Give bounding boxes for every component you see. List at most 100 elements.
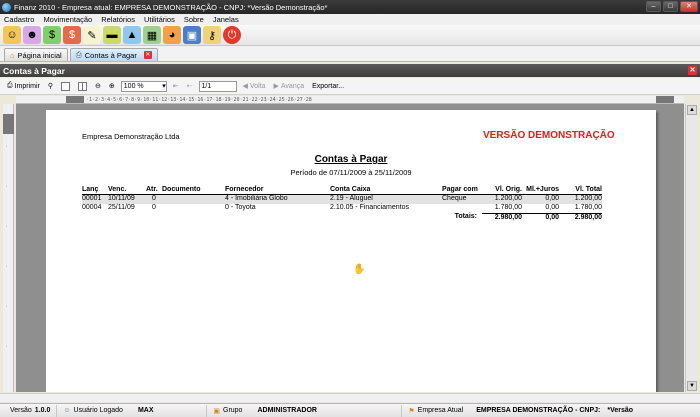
multi-page-button[interactable] <box>76 80 89 93</box>
status-bar: Versão 1.0.0 ☺ Usuário Logado MAX ▣ Grup… <box>0 403 700 417</box>
notepad-icon[interactable]: ✎ <box>83 26 101 44</box>
cell-fornecedor: 4 - Imobiliária Globo <box>225 195 288 202</box>
print-button[interactable]: ⎙ Imprimir <box>5 80 42 93</box>
scroll-up-icon[interactable]: ▲ <box>687 105 697 115</box>
company-icon: ⚑ <box>408 407 415 415</box>
save-icon[interactable]: ▣ <box>183 26 201 44</box>
cell-conta-caixa: 2.10.05 - Financiamentos <box>330 204 409 211</box>
pie-chart-icon[interactable]: ◕ <box>163 26 181 44</box>
menu-movimentacao[interactable]: Movimentação <box>43 15 92 24</box>
ruler-margin-right <box>656 96 674 103</box>
ruler-margin-left <box>66 96 84 103</box>
cell-atr: 0 <box>152 195 156 202</box>
report-canvas[interactable]: Empresa Demonstração Ltda VERSÃO DEMONST… <box>16 104 684 392</box>
keys-icon[interactable]: ⚷ <box>203 26 221 44</box>
single-page-button[interactable] <box>59 80 72 93</box>
user-icon: ☺ <box>63 407 71 414</box>
menu-sobre[interactable]: Sobre <box>184 15 204 24</box>
tab-strip: ⌂ Página inicial ⎙ Contas à Pagar ✕ <box>0 46 700 62</box>
close-button[interactable]: ✕ <box>680 1 698 12</box>
first-page-button[interactable]: ⇤ <box>171 80 181 93</box>
user-value: MAX <box>137 407 154 414</box>
find-button[interactable]: ⚲ <box>46 80 55 93</box>
chart-icon[interactable]: ▲ <box>123 26 141 44</box>
chevron-down-icon: ▾ <box>162 83 166 90</box>
table-header: Lanç Venc. Atr. Documento Fornecedor Con… <box>82 186 602 195</box>
horizontal-ruler: ·1·2·3·4·5·6·7·8·9·10·11·12·13·14·15·16·… <box>16 96 684 104</box>
ruler-tick: · <box>5 304 9 310</box>
vertical-scrollbar[interactable]: ▲ ▼ <box>685 104 697 392</box>
company-label: Empresa Atual <box>417 407 464 414</box>
forward-icon: ▶ <box>273 83 279 90</box>
status-version: Versão 1.0.0 <box>4 404 58 417</box>
prev-page-button[interactable]: ⇠ <box>185 80 195 93</box>
page-icon <box>61 81 71 91</box>
tab-contas-a-pagar[interactable]: ⎙ Contas à Pagar ✕ <box>69 48 158 61</box>
users-icon[interactable]: ☻ <box>23 26 41 44</box>
zoom-select[interactable]: 100 % ▾ <box>120 80 167 92</box>
zoom-out-button[interactable]: ⊖ <box>93 80 103 93</box>
tab-label: Página inicial <box>17 50 62 60</box>
group-icon: ▣ <box>213 407 220 415</box>
forward-button[interactable]: ▶ Avança <box>272 80 307 93</box>
zoom-in-button[interactable]: ⊕ <box>107 80 117 93</box>
minimize-button[interactable]: – <box>646 1 661 12</box>
ruler-tick: · <box>5 144 9 150</box>
people-icon[interactable]: ☺ <box>3 26 21 44</box>
tab-close-icon[interactable]: ✕ <box>143 51 152 59</box>
horizontal-scrollbar[interactable] <box>0 393 700 402</box>
panel-close-icon[interactable]: ✕ <box>688 66 697 75</box>
cell-vl-total: 1.780,00 <box>574 204 602 211</box>
col-pagar-com: Pagar com <box>442 186 478 193</box>
app-icon <box>2 2 11 12</box>
prev-page-icon: ⇠ <box>186 83 193 90</box>
version-label: Versão <box>10 407 32 414</box>
menu-utilitarios[interactable]: Utilitários <box>144 15 175 24</box>
col-lanc: Lanç <box>82 186 99 193</box>
menu-relatorios[interactable]: Relatórios <box>101 15 135 24</box>
ruler-tick: · <box>5 264 9 270</box>
back-label: Volta <box>249 82 266 90</box>
ruler-marks: ·1·2·3·4·5·6·7·8·9·10·11·12·13·14·15·16·… <box>86 97 312 103</box>
export-label: Exportar... <box>312 82 345 90</box>
report-company: Empresa Demonstração Ltda <box>82 132 180 141</box>
power-icon[interactable]: ⏻ <box>223 26 241 44</box>
table-row[interactable]: 00004 25/11/09 0 0 - Toyota 2.10.05 - Fi… <box>82 204 602 213</box>
print-label: Imprimir <box>14 82 40 90</box>
calculator-icon[interactable]: ▦ <box>143 26 161 44</box>
col-ml-juros: Ml.+Juros <box>526 186 559 193</box>
window-controls: – □ ✕ <box>646 1 698 12</box>
maximize-button[interactable]: □ <box>663 1 678 12</box>
pages-icon <box>78 81 88 91</box>
status-company: ⚑ Empresa Atual EMPRESA DEMONSTRAÇÃO - C… <box>402 405 639 417</box>
back-button[interactable]: ◀ Volta <box>241 80 268 93</box>
scroll-down-icon[interactable]: ▼ <box>687 381 697 391</box>
company-value: EMPRESA DEMONSTRAÇÃO - CNPJ: <box>476 407 601 414</box>
menu-cadastro[interactable]: Cadastro <box>4 15 34 24</box>
panel-title: Contas à Pagar <box>3 65 65 76</box>
menu-janelas[interactable]: Janelas <box>213 15 239 24</box>
demo-value: *Versão <box>607 407 634 414</box>
export-button[interactable]: Exportar... <box>310 80 346 93</box>
totals-label: Totais: <box>454 213 477 220</box>
cell-ml-juros: 0,00 <box>545 204 559 211</box>
tab-pagina-inicial[interactable]: ⌂ Página inicial <box>4 48 68 61</box>
report-table: Lanç Venc. Atr. Documento Fornecedor Con… <box>82 186 602 222</box>
col-conta-caixa: Conta Caixa <box>330 186 371 193</box>
page-input[interactable]: 1/1 <box>198 80 237 92</box>
ruler-tick: · <box>5 344 9 350</box>
money-bag-icon[interactable]: $ <box>43 26 61 44</box>
table-row[interactable]: 00001 10/11/09 0 4 - Imobiliária Globo 2… <box>82 195 602 204</box>
printer-icon: ⎙ <box>7 82 13 89</box>
group-label: Grupo <box>223 407 243 414</box>
page-value: 1/1 <box>201 82 212 90</box>
banknote-icon[interactable]: ▬ <box>103 26 121 44</box>
status-user: ☺ Usuário Logado MAX <box>57 404 208 417</box>
money-icon[interactable]: $ <box>63 26 81 44</box>
cell-vl-orig: 1.780,00 <box>494 204 522 211</box>
report-title: Contas à Pagar <box>314 154 388 165</box>
col-vl-orig: Vl. Orig. <box>495 186 522 193</box>
cell-lanc: 00001 <box>82 195 102 202</box>
zoom-out-icon: ⊖ <box>95 83 101 90</box>
hand-cursor-icon: ✋ <box>353 264 366 275</box>
